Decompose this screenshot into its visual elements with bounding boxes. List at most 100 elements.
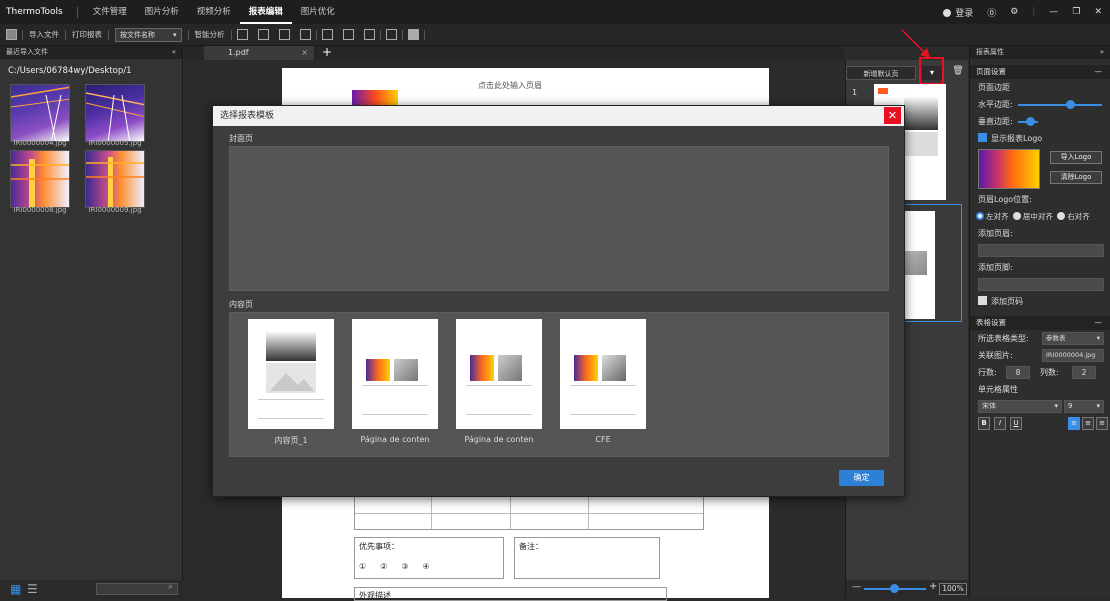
zoom-out-button[interactable]: — bbox=[852, 582, 861, 592]
font-select[interactable]: 宋体 ▾ bbox=[978, 400, 1062, 413]
file-name: IRI0000005.jpg bbox=[88, 139, 142, 147]
expand-icon[interactable]: » bbox=[1100, 46, 1104, 59]
show-logo-checkbox[interactable]: 显示报表Logo bbox=[970, 130, 1110, 147]
textbox-icon[interactable] bbox=[299, 29, 311, 40]
settings-icon[interactable]: ⚙ bbox=[1010, 7, 1018, 17]
import-logo-button[interactable]: 导入Logo bbox=[1050, 151, 1102, 164]
zoom-level[interactable]: 100% bbox=[939, 583, 967, 595]
template-card[interactable] bbox=[248, 319, 334, 429]
comment-icon[interactable] bbox=[363, 29, 375, 40]
priority-box[interactable]: 优先事项： ① ② ③ ④ bbox=[354, 537, 504, 579]
image-icon[interactable] bbox=[236, 29, 248, 40]
folder-path: C:/Users/06784wy/Desktop/1 bbox=[8, 66, 132, 76]
rows-stepper[interactable]: 8 bbox=[1006, 366, 1030, 379]
align-left-button[interactable]: ≡ bbox=[1068, 417, 1080, 430]
close-tab-icon[interactable]: × bbox=[301, 46, 308, 60]
collapse-icon[interactable]: — bbox=[1095, 316, 1103, 330]
radio-icon bbox=[1057, 212, 1066, 220]
content-page-label: 内容页 bbox=[229, 300, 253, 309]
file-thumbnail[interactable] bbox=[10, 84, 70, 142]
save-icon[interactable] bbox=[6, 29, 17, 40]
italic-button[interactable]: I bbox=[994, 417, 1006, 430]
zoom-slider-knob[interactable] bbox=[890, 584, 899, 593]
priority-option[interactable]: ① bbox=[359, 562, 366, 571]
close-icon[interactable]: ✕ bbox=[1094, 7, 1102, 17]
collapse-icon[interactable]: — bbox=[1095, 65, 1103, 79]
import-file-button[interactable]: 导入文件 bbox=[23, 29, 65, 40]
image-text-icon[interactable] bbox=[257, 29, 269, 40]
add-tab-button[interactable]: + bbox=[322, 45, 332, 59]
priority-option[interactable]: ② bbox=[380, 562, 387, 571]
related-image-select[interactable]: IRI0000004.jpg bbox=[1042, 349, 1104, 362]
grid-view-icon[interactable]: ▦ bbox=[10, 582, 21, 596]
align-center-radio[interactable]: 居中对齐 bbox=[1012, 212, 1053, 221]
file-thumbnail[interactable] bbox=[10, 150, 70, 208]
related-image-label: 关联图片: bbox=[978, 351, 1013, 360]
radio-icon bbox=[976, 212, 984, 220]
menu-report-edit[interactable]: 报表编辑 bbox=[239, 0, 292, 24]
close-dialog-button[interactable]: ✕ bbox=[884, 107, 901, 124]
ok-button[interactable]: 确定 bbox=[839, 470, 884, 486]
file-thumbnail[interactable] bbox=[85, 84, 145, 142]
eraser-icon[interactable] bbox=[385, 29, 397, 40]
remarks-box[interactable]: 备注： bbox=[514, 537, 660, 579]
chevron-down-icon: ▾ bbox=[173, 30, 177, 39]
header-placeholder[interactable]: 点击此处输入页眉 bbox=[478, 80, 542, 91]
line-chart-icon[interactable] bbox=[342, 29, 354, 40]
table-type-value: 参数表 bbox=[1046, 334, 1066, 342]
smart-analysis-button[interactable]: 智能分析 bbox=[189, 29, 231, 40]
login-button[interactable]: 登录 bbox=[943, 6, 973, 19]
header-input[interactable] bbox=[978, 244, 1104, 257]
page-settings-header[interactable]: 页面设置 — bbox=[970, 65, 1110, 79]
underline-button[interactable]: U bbox=[1010, 417, 1022, 430]
minimize-icon[interactable]: — bbox=[1049, 7, 1058, 17]
priority-option[interactable]: ④ bbox=[423, 562, 430, 571]
collapse-icon[interactable]: « bbox=[172, 46, 176, 59]
priority-option[interactable]: ③ bbox=[401, 562, 408, 571]
print-report-button[interactable]: 打印报表 bbox=[66, 29, 108, 40]
vertical-margin-knob[interactable] bbox=[1026, 117, 1035, 126]
horizontal-margin-label: 水平边距: bbox=[978, 100, 1013, 109]
font-size-select[interactable]: 9 ▾ bbox=[1064, 400, 1104, 413]
bold-button[interactable]: B bbox=[978, 417, 990, 430]
restore-icon[interactable]: ❐ bbox=[1072, 7, 1080, 17]
add-page-number-checkbox[interactable]: 添加页码 bbox=[970, 293, 1110, 310]
zoom-in-button[interactable]: + bbox=[929, 581, 937, 592]
align-left-radio[interactable]: 左对齐 bbox=[976, 212, 1009, 221]
align-right-button[interactable]: ≡ bbox=[1096, 417, 1108, 430]
table-icon[interactable] bbox=[278, 29, 290, 40]
chevron-down-icon: ▾ bbox=[1054, 402, 1058, 410]
table-type-select[interactable]: 参数表 ▾ bbox=[1042, 332, 1104, 345]
template-card[interactable] bbox=[352, 319, 438, 429]
clear-logo-button[interactable]: 清除Logo bbox=[1050, 171, 1102, 184]
new-default-page-button[interactable]: 新增默认页 bbox=[846, 66, 916, 80]
search-icon[interactable]: ⌕ bbox=[168, 582, 173, 592]
template-card[interactable] bbox=[560, 319, 646, 429]
tab-1-pdf[interactable]: 1.pdf × bbox=[204, 46, 314, 60]
menu-file-management[interactable]: 文件管理 bbox=[84, 0, 136, 24]
template-card[interactable] bbox=[456, 319, 542, 429]
cell-props-label: 单元格属性 bbox=[978, 385, 1018, 394]
section-title: 表格设置 bbox=[976, 318, 1006, 327]
search-input[interactable] bbox=[96, 583, 178, 595]
horizontal-margin-knob[interactable] bbox=[1066, 100, 1075, 109]
file-thumbnail[interactable] bbox=[85, 150, 145, 208]
align-center-button[interactable]: ≡ bbox=[1082, 417, 1094, 430]
menu-image-optimize[interactable]: 图片优化 bbox=[292, 0, 344, 24]
horizontal-margin-slider[interactable] bbox=[1018, 104, 1102, 106]
table-settings-header[interactable]: 表格设置 — bbox=[970, 316, 1110, 330]
menu-image-analysis[interactable]: 图片分析 bbox=[136, 0, 188, 24]
cols-stepper[interactable]: 2 bbox=[1072, 366, 1096, 379]
help-icon[interactable]: ⓪ bbox=[987, 6, 996, 19]
appearance-box[interactable]: 外观描述 bbox=[354, 587, 667, 601]
footer-input[interactable] bbox=[978, 278, 1104, 291]
page-settings-icon[interactable] bbox=[407, 29, 419, 40]
sort-select[interactable]: 按文件名称 ▾ bbox=[115, 27, 182, 42]
delete-icon[interactable]: 🗑 bbox=[952, 66, 964, 80]
title-bar: ThermoTools 文件管理 图片分析 视频分析 报表编辑 图片优化 登录 … bbox=[0, 0, 1110, 24]
chevron-down-icon: ▾ bbox=[1096, 402, 1100, 410]
bar-chart-icon[interactable] bbox=[321, 29, 333, 40]
list-view-icon[interactable]: ☰ bbox=[27, 582, 38, 596]
menu-video-analysis[interactable]: 视频分析 bbox=[188, 0, 240, 24]
align-right-radio[interactable]: 右对齐 bbox=[1057, 212, 1090, 221]
